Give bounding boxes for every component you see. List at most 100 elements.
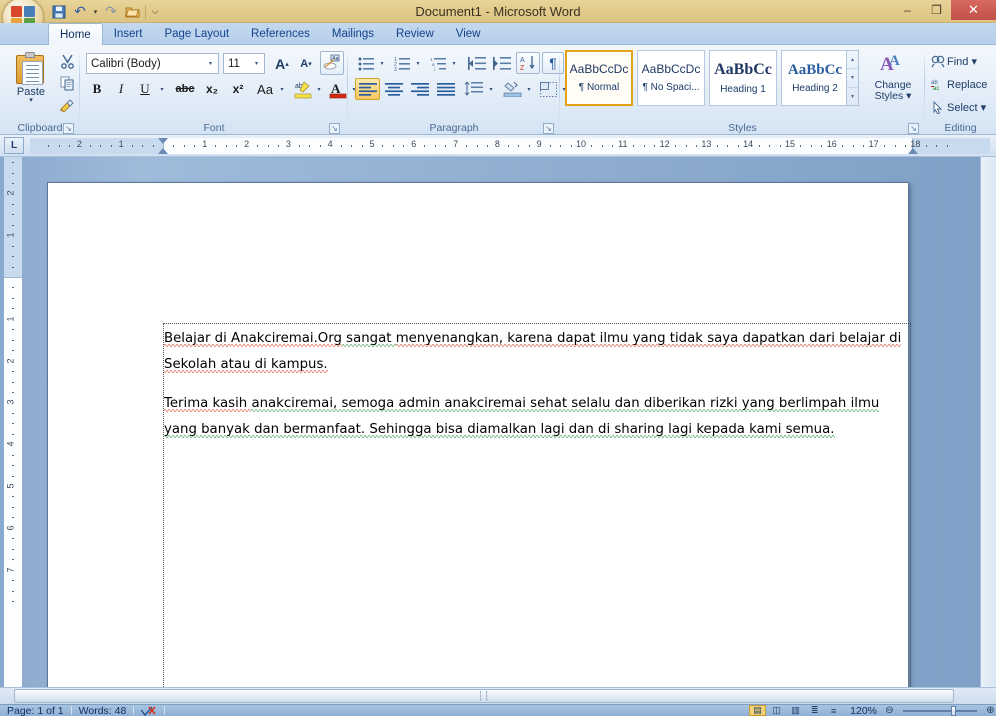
tab-insert[interactable]: Insert — [103, 23, 154, 45]
font-name-dropdown-icon[interactable]: ▾ — [203, 54, 218, 73]
document-text-body[interactable]: Belajar di Anakciremai.Org sangat menyen… — [164, 326, 909, 456]
view-full-screen-reading[interactable]: ◫ — [768, 705, 785, 716]
italic-button[interactable]: I — [110, 78, 132, 100]
clear-formatting-icon[interactable]: Aa — [320, 51, 344, 75]
horizontal-scrollbar[interactable]: ┆┆ — [0, 687, 996, 704]
sort-icon[interactable]: A Z — [516, 52, 540, 74]
line-spacing-icon[interactable] — [462, 78, 486, 100]
minimize-button[interactable]: – — [893, 0, 922, 20]
decrease-indent-icon[interactable] — [465, 52, 489, 74]
justify-icon[interactable] — [433, 78, 458, 100]
font-size-input[interactable]: 11 ▾ — [223, 53, 265, 74]
open-folder-icon[interactable] — [122, 3, 142, 21]
change-case-button[interactable]: Aa — [252, 78, 278, 100]
styles-scroll-down-button[interactable]: ▾ — [847, 69, 858, 88]
underline-dropdown-icon[interactable]: ▾ — [156, 78, 167, 100]
text-run[interactable]: Terima kasih — [164, 396, 252, 412]
tab-view[interactable]: View — [445, 23, 492, 45]
text-run[interactable]: anakciremai, semoga admin anakciremai se… — [164, 396, 880, 438]
shading-icon[interactable] — [500, 78, 524, 100]
first-line-indent-marker[interactable] — [158, 138, 168, 144]
tab-mailings[interactable]: Mailings — [321, 23, 385, 45]
horizontal-scroll-thumb[interactable]: ┆┆ — [14, 689, 954, 703]
restore-button[interactable]: ❐ — [922, 0, 951, 20]
select-button[interactable]: Select ▾ — [929, 97, 986, 118]
save-icon[interactable] — [49, 3, 69, 21]
text-run[interactable]: Anakciremai.Org — [231, 331, 342, 347]
paste-button[interactable]: Paste ▾ — [8, 50, 54, 116]
tab-page-layout[interactable]: Page Layout — [153, 23, 240, 45]
zoom-slider[interactable] — [895, 705, 985, 716]
find-button[interactable]: Find ▾ — [929, 51, 977, 72]
styles-scroll-up-button[interactable]: ▴ — [847, 51, 858, 70]
tab-stop-selector[interactable]: L — [4, 137, 24, 154]
replace-button[interactable]: ab ac Replace — [929, 74, 987, 95]
strikethrough-button[interactable]: abc — [172, 78, 198, 100]
format-painter-icon[interactable] — [56, 94, 78, 116]
text-run[interactable]: sangat — [341, 331, 396, 347]
borders-icon[interactable] — [537, 78, 559, 100]
clipboard-dialog-launcher[interactable]: ↘ — [63, 123, 74, 134]
font-color-icon[interactable]: A — [327, 78, 349, 100]
view-outline[interactable]: ≣ — [806, 705, 823, 716]
text-run[interactable]: Belajar di — [164, 331, 232, 347]
undo-dropdown-icon[interactable]: ▾ — [91, 3, 100, 21]
change-styles-button[interactable]: A A Change Styles ▾ — [867, 50, 919, 102]
paragraph-dialog-launcher[interactable]: ↘ — [543, 123, 554, 134]
tab-home[interactable]: Home — [48, 23, 103, 45]
word-count[interactable]: Words: 48 — [72, 705, 134, 716]
multilevel-list-icon[interactable]: 1 a i — [427, 52, 449, 74]
subscript-button[interactable]: x₂ — [200, 78, 224, 100]
numbering-dropdown-icon[interactable]: ▾ — [412, 52, 423, 74]
tab-review[interactable]: Review — [385, 23, 445, 45]
close-button[interactable]: ✕ — [951, 0, 996, 20]
underline-button[interactable]: U — [134, 78, 156, 100]
zoom-in-button[interactable]: ⊕ — [985, 705, 996, 716]
tab-references[interactable]: References — [240, 23, 321, 45]
highlight-dropdown-icon[interactable]: ▾ — [313, 78, 324, 100]
font-size-dropdown-icon[interactable]: ▾ — [249, 54, 264, 73]
copy-icon[interactable] — [56, 72, 78, 94]
font-dialog-launcher[interactable]: ↘ — [329, 123, 340, 134]
style-heading-1[interactable]: AaBbCс Heading 1 — [709, 50, 777, 106]
vertical-ruler[interactable]: 2 1 1 2 3 4 5 6 7 — [4, 157, 22, 687]
customize-qat-icon[interactable]: ⌵ — [149, 3, 161, 21]
style-normal[interactable]: AaBbCcDc ¶ Normal — [565, 50, 633, 106]
styles-more-button[interactable]: ▾ — [847, 88, 858, 105]
style-heading-2[interactable]: AaBbCc Heading 2 — [781, 50, 849, 106]
align-right-icon[interactable] — [407, 78, 432, 100]
horizontal-ruler[interactable]: 2 1 1 2 3 4 5 6 7 8 9 10 11 12 13 14 15 16 17 18 — [30, 138, 990, 154]
bullets-dropdown-icon[interactable]: ▾ — [376, 52, 387, 74]
style-no-spacing[interactable]: AaBbCcDc ¶ No Spaci... — [637, 50, 705, 106]
styles-dialog-launcher[interactable]: ↘ — [908, 123, 919, 134]
document-paragraph[interactable]: Belajar di Anakciremai.Org sangat menyen… — [164, 326, 909, 377]
shrink-font-icon[interactable]: A ▾ — [294, 53, 318, 74]
bullets-icon[interactable] — [355, 52, 377, 74]
undo-icon[interactable]: ↶ — [70, 3, 90, 21]
bold-button[interactable]: B — [86, 78, 108, 100]
align-center-icon[interactable] — [381, 78, 406, 100]
grow-font-icon[interactable]: A ▴ — [270, 53, 294, 74]
zoom-level[interactable]: 120% — [843, 705, 884, 716]
cut-icon[interactable] — [56, 50, 78, 72]
vertical-scrollbar[interactable] — [980, 157, 996, 687]
spelling-check-icon[interactable] — [134, 706, 164, 716]
zoom-out-button[interactable]: ⊖ — [884, 705, 895, 716]
line-spacing-dropdown-icon[interactable]: ▾ — [485, 78, 496, 100]
zoom-slider-thumb[interactable] — [951, 705, 956, 716]
increase-indent-icon[interactable] — [490, 52, 514, 74]
numbering-icon[interactable]: 1 2 3 — [391, 52, 413, 74]
document-paragraph[interactable]: Terima kasih anakciremai, semoga admin a… — [164, 391, 909, 442]
text-highlight-icon[interactable]: ab — [292, 78, 314, 100]
view-draft[interactable]: ≡ — [825, 705, 842, 716]
font-name-input[interactable]: Calibri (Body) ▾ — [86, 53, 219, 74]
superscript-button[interactable]: x² — [226, 78, 250, 100]
page-indicator[interactable]: Page: 1 of 1 — [0, 705, 71, 716]
view-print-layout[interactable]: ▤ — [749, 705, 767, 716]
redo-icon[interactable]: ↷ — [101, 3, 121, 21]
change-case-dropdown-icon[interactable]: ▾ — [276, 78, 287, 100]
align-left-icon[interactable] — [355, 78, 380, 100]
view-web-layout[interactable]: ▥ — [787, 705, 804, 716]
multilevel-dropdown-icon[interactable]: ▾ — [448, 52, 459, 74]
document-page[interactable]: Belajar di Anakciremai.Org sangat menyen… — [47, 182, 911, 716]
